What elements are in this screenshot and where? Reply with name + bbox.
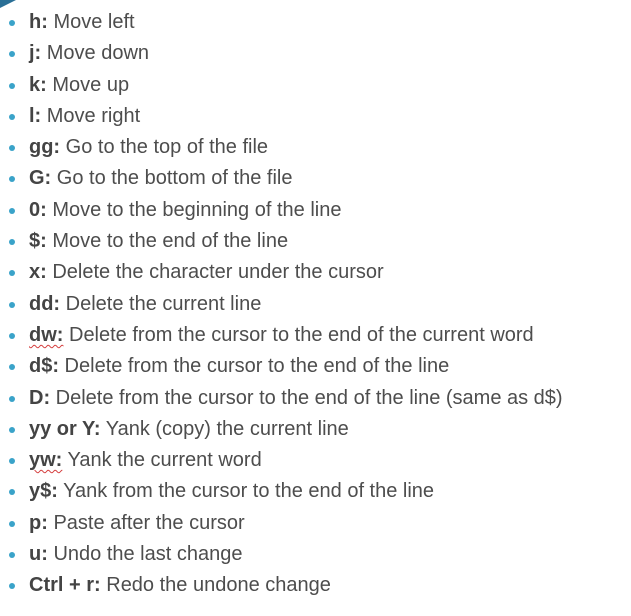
bullet-icon (9, 520, 15, 527)
list-item: $: Move to the end of the line (0, 226, 563, 257)
command-description: Yank the current word (62, 449, 262, 472)
bullet-icon (9, 489, 15, 496)
list-item: G: Go to the bottom of the file (0, 163, 563, 194)
bullet-icon (9, 301, 15, 308)
bullet-icon (9, 207, 15, 214)
list-item: D: Delete from the cursor to the end of … (0, 383, 563, 414)
bullet-icon (9, 270, 15, 277)
command-description: Move right (41, 104, 141, 127)
bullet-icon (9, 145, 15, 152)
command-description: Go to the top of the file (60, 136, 269, 159)
bullet-icon (9, 583, 15, 590)
bullet-icon (9, 176, 15, 183)
command-key: k: (29, 73, 47, 96)
command-description: Delete from the cursor to the end of the… (59, 355, 450, 378)
list-item: p: Paste after the cursor (0, 508, 563, 539)
command-description: Delete the character under the cursor (46, 261, 384, 284)
command-description: Paste after the cursor (47, 511, 245, 534)
bullet-icon (9, 332, 15, 339)
list-item: gg: Go to the top of the file (0, 132, 563, 163)
command-key: x: (29, 261, 47, 284)
bullet-icon (9, 51, 15, 58)
bullet-icon (9, 426, 15, 433)
bullet-icon (9, 458, 15, 465)
list-item: j: Move down (0, 38, 563, 69)
command-description: Go to the bottom of the file (51, 167, 293, 190)
command-description: Yank from the cursor to the end of the l… (57, 480, 435, 503)
command-key: D: (29, 386, 51, 409)
command-key: dd: (29, 292, 61, 315)
command-key: yw: (29, 449, 63, 472)
list-item: u: Undo the last change (0, 539, 563, 570)
list-item: yy or Y: Yank (copy) the current line (0, 414, 563, 445)
vim-command-list: h: Move left j: Move down k: Move up l: … (0, 7, 563, 602)
command-key: d$: (29, 355, 59, 378)
command-key: gg: (29, 136, 61, 159)
list-item: y$: Yank from the cursor to the end of t… (0, 476, 563, 507)
command-description: Delete the current line (60, 292, 262, 315)
list-item: 0: Move to the beginning of the line (0, 195, 563, 226)
bullet-icon (9, 82, 15, 89)
command-key: dw: (29, 323, 64, 346)
list-item: dw: Delete from the cursor to the end of… (0, 320, 563, 351)
command-key: yy or Y: (29, 417, 101, 440)
command-key: 0: (29, 198, 47, 221)
list-item: k: Move up (0, 70, 563, 101)
command-key: y$: (29, 480, 58, 503)
bullet-icon (9, 239, 15, 246)
command-description: Move to the beginning of the line (46, 198, 342, 221)
command-description: Delete from the cursor to the end of the… (63, 323, 534, 346)
command-key: $: (29, 230, 47, 253)
bullet-icon (9, 364, 15, 371)
command-description: Yank (copy) the current line (100, 417, 349, 440)
list-item: yw: Yank the current word (0, 445, 563, 476)
command-key: p: (29, 511, 48, 534)
bullet-icon (9, 552, 15, 559)
list-item: dd: Delete the current line (0, 289, 563, 320)
command-key: l: (29, 104, 42, 127)
list-item: h: Move left (0, 7, 563, 38)
command-key: Ctrl + r: (29, 574, 101, 597)
command-description: Move to the end of the line (46, 230, 289, 253)
list-item: d$: Delete from the cursor to the end of… (0, 351, 563, 382)
list-item: x: Delete the character under the cursor (0, 257, 563, 288)
command-description: Delete from the cursor to the end of the… (50, 386, 563, 409)
bullet-icon (9, 395, 15, 402)
command-key: j: (29, 42, 42, 65)
list-item: l: Move right (0, 101, 563, 132)
command-key: u: (29, 543, 48, 566)
command-key: h: (29, 11, 48, 33)
list-item: Ctrl + r: Redo the undone change (0, 570, 563, 601)
command-description: Move down (41, 42, 150, 65)
bullet-icon (9, 20, 15, 26)
command-description: Move left (47, 11, 135, 33)
bullet-icon (9, 113, 15, 120)
command-description: Redo the undone change (100, 574, 331, 597)
command-description: Move up (46, 73, 130, 96)
command-description: Undo the last change (47, 543, 243, 566)
command-key: G: (29, 167, 52, 190)
